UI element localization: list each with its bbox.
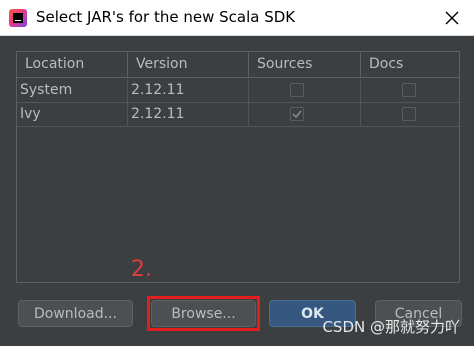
column-header-location[interactable]: Location [17,52,128,77]
cell-location: Ivy [17,103,128,126]
intellij-idea-icon [9,9,27,27]
sources-checkbox[interactable] [290,83,304,97]
title-bar: Select JAR's for the new Scala SDK [0,0,474,36]
table-row[interactable]: System 2.12.11 [17,79,459,103]
watermark: CSDN @那就努力吖 [322,318,460,336]
close-button[interactable] [440,6,464,30]
column-header-version[interactable]: Version [128,52,249,77]
cell-sources [249,79,361,102]
jar-table: Location Version Sources Docs System 2.1… [16,51,460,283]
column-header-sources[interactable]: Sources [249,52,361,77]
browse-button[interactable]: Browse... [151,300,256,327]
cell-sources [249,103,361,126]
docs-checkbox[interactable] [402,83,416,97]
step-annotation: 2. [131,257,152,282]
checkmark-icon [292,110,302,119]
table-header: Location Version Sources Docs [17,52,459,78]
column-header-docs[interactable]: Docs [361,52,459,77]
cell-location: System [17,79,128,102]
sources-checkbox[interactable] [290,107,304,121]
close-icon [445,11,459,25]
cell-docs [361,103,459,126]
docs-checkbox[interactable] [402,107,416,121]
dialog-title: Select JAR's for the new Scala SDK [36,8,296,26]
cell-version: 2.12.11 [128,103,249,126]
download-button[interactable]: Download... [18,300,133,327]
table-row[interactable]: Ivy 2.12.11 [17,103,459,127]
cell-docs [361,79,459,102]
cell-version: 2.12.11 [128,79,249,102]
